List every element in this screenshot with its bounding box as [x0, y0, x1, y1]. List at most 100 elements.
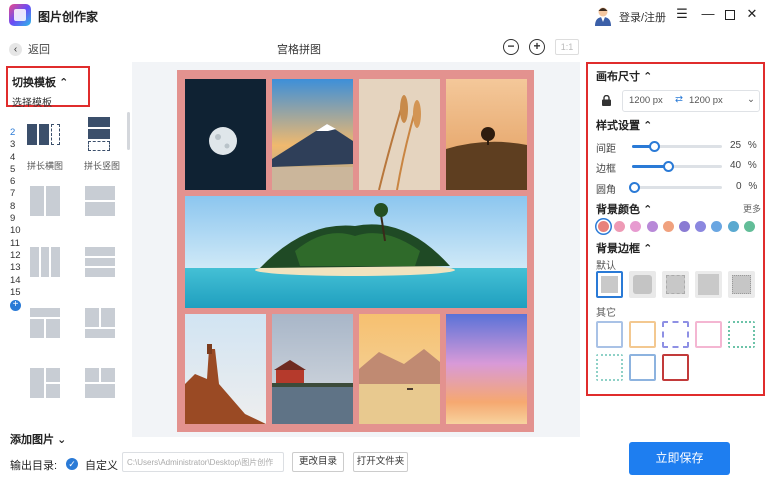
border-option[interactable] [662, 271, 689, 298]
grid-count-item[interactable]: 2 [10, 127, 24, 139]
template-thumb[interactable] [85, 247, 115, 277]
template-label: 拼长横图 [27, 161, 64, 171]
zoom-out-icon[interactable]: − [503, 39, 519, 55]
zoom-in-icon[interactable]: + [529, 39, 545, 55]
save-button[interactable]: 立即保存 [629, 442, 730, 475]
template-thumb[interactable] [30, 247, 60, 277]
template-thumb[interactable] [30, 186, 60, 216]
swap-icon[interactable]: ⇄ [675, 94, 683, 105]
grid-count-item[interactable]: 6 [10, 176, 24, 188]
minimize-icon[interactable]: — [700, 6, 716, 22]
grid-count-item[interactable]: 4 [10, 152, 24, 164]
border-label: 边框 [596, 164, 616, 175]
border-option[interactable] [629, 271, 656, 298]
chevron-up-icon: ⌃ [59, 77, 69, 89]
template-scrollbar[interactable] [127, 112, 130, 150]
template-thumb[interactable] [85, 368, 115, 398]
canvas-title: 宫格拼图 [277, 44, 321, 56]
canvas-size-select[interactable]: 1200 px ⇄ 1200 px ⌄ [622, 90, 760, 112]
border-option[interactable] [728, 271, 755, 298]
template-long-horizontal[interactable] [27, 120, 60, 150]
color-swatch[interactable] [614, 221, 626, 232]
canvas-size-title[interactable]: 画布尺寸 ⌃ [596, 68, 652, 84]
template-thumb[interactable] [30, 368, 60, 398]
color-swatch[interactable] [695, 221, 707, 232]
chevron-up-icon: ⌃ [643, 204, 653, 216]
color-swatch[interactable] [743, 221, 755, 232]
grid-count-list: 2 3 4 5 6 7 8 9 10 11 12 13 14 15 + [10, 127, 24, 312]
style-settings-title[interactable]: 样式设置 ⌃ [596, 117, 652, 133]
photo-moon[interactable] [185, 79, 266, 190]
grid-count-item[interactable]: 3 [10, 139, 24, 151]
border-option[interactable] [596, 354, 623, 381]
border-option[interactable] [695, 321, 722, 348]
border-option[interactable] [695, 271, 722, 298]
grid-count-item[interactable]: 15 [10, 287, 24, 299]
border-slider[interactable] [632, 161, 722, 172]
photo-gradient-sky[interactable] [446, 314, 527, 424]
border-option[interactable] [596, 321, 623, 348]
login-link[interactable]: 登录/注册 [619, 9, 666, 25]
grid-count-item[interactable]: 11 [10, 238, 24, 250]
custom-label: 自定义 [85, 460, 118, 472]
grid-count-item[interactable]: 5 [10, 164, 24, 176]
grid-count-item[interactable]: 9 [10, 213, 24, 225]
radius-value: 0 % [736, 181, 758, 192]
photo-lake-house[interactable] [272, 314, 353, 424]
close-icon[interactable]: ✕ [744, 6, 760, 22]
photo-tree-hill[interactable] [446, 79, 527, 190]
grid-count-item[interactable]: 8 [10, 201, 24, 213]
grid-count-item[interactable]: 10 [10, 225, 24, 237]
border-option[interactable] [629, 354, 656, 381]
grid-count-item[interactable]: 7 [10, 188, 24, 200]
back-button[interactable]: ‹ 返回 [9, 41, 50, 57]
color-swatch[interactable] [646, 221, 658, 232]
other-label: 其它 [596, 308, 616, 319]
grid-count-item[interactable]: 12 [10, 250, 24, 262]
custom-check-icon[interactable]: ✓ [66, 458, 78, 470]
border-option[interactable] [629, 321, 656, 348]
border-option-none[interactable] [596, 271, 623, 298]
lock-icon[interactable] [602, 95, 611, 106]
settings-panel: 画布尺寸 ⌃ 1200 px ⇄ 1200 px ⌄ 样式设置 ⌃ 间距 25 … [586, 62, 765, 396]
template-thumb[interactable] [30, 308, 60, 338]
back-label: 返回 [28, 44, 50, 56]
more-colors-link[interactable]: 更多 [743, 202, 761, 215]
user-avatar-icon[interactable] [594, 6, 612, 26]
width-value: 1200 px [629, 95, 663, 106]
menu-icon[interactable]: ☰ [674, 6, 690, 22]
add-photo-toggle[interactable]: 添加图片 ⌄ [10, 431, 66, 447]
template-thumb[interactable] [85, 186, 115, 216]
border-option[interactable] [662, 354, 689, 381]
photo-mountain[interactable] [272, 79, 353, 190]
photo-island[interactable] [185, 196, 527, 308]
color-swatch[interactable] [679, 221, 690, 232]
output-path-input[interactable]: C:\Users\Administrator\Desktop\图片创作 [122, 452, 284, 472]
change-dir-button[interactable]: 更改目录 [292, 452, 344, 472]
border-option[interactable] [662, 321, 689, 348]
border-option[interactable] [728, 321, 755, 348]
maximize-icon[interactable] [722, 6, 738, 22]
photo-desert-rock[interactable] [185, 314, 266, 424]
color-swatch[interactable] [711, 221, 723, 232]
spacing-slider[interactable] [632, 141, 722, 152]
color-swatch[interactable] [598, 221, 609, 232]
radius-slider[interactable] [629, 182, 722, 193]
template-thumb[interactable] [85, 308, 115, 338]
color-swatch[interactable] [662, 221, 674, 232]
bg-border-title[interactable]: 背景边框 ⌃ [596, 240, 652, 256]
chevron-up-icon: ⌃ [643, 120, 653, 132]
open-folder-button[interactable]: 打开文件夹 [353, 452, 408, 472]
switch-template-toggle[interactable]: 切换模板 ⌃ [12, 74, 68, 90]
collage-board[interactable] [177, 70, 534, 432]
grid-count-item[interactable]: 14 [10, 275, 24, 287]
template-long-vertical[interactable] [88, 117, 118, 151]
bg-color-title[interactable]: 背景颜色 ⌃ [596, 201, 652, 217]
photo-wheat[interactable] [359, 79, 440, 190]
add-count-icon[interactable]: + [10, 300, 21, 312]
color-swatch[interactable] [630, 221, 642, 232]
color-swatch[interactable] [727, 221, 739, 232]
grid-count-item[interactable]: 13 [10, 262, 24, 274]
ratio-button[interactable]: 1:1 [555, 39, 579, 55]
photo-desert-sunset[interactable] [359, 314, 440, 424]
